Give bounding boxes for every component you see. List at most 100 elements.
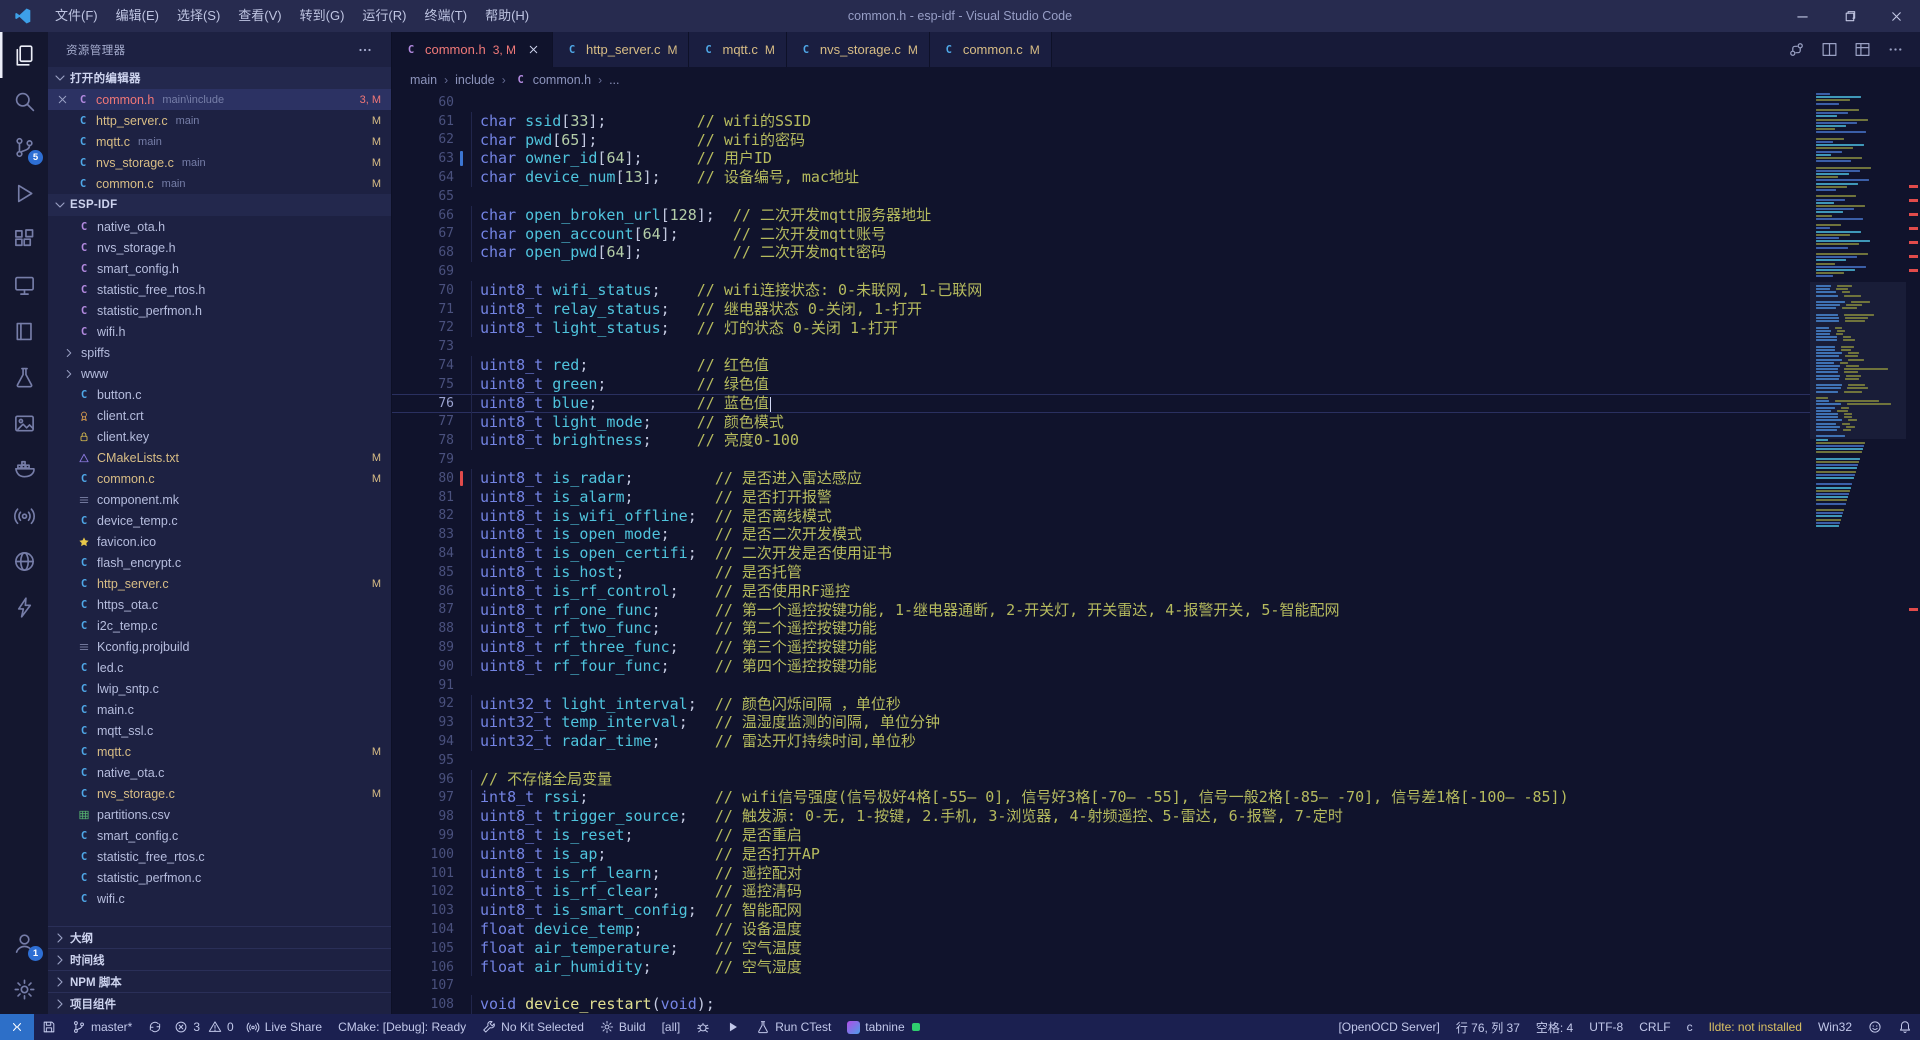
cmake-status[interactable]: CMake: [Debug]: Ready	[330, 1014, 474, 1040]
code-line[interactable]: 83uint8_t is_open_mode; // 是否二次开发模式	[392, 525, 1810, 544]
ctest[interactable]: Run CTest	[748, 1014, 839, 1040]
close-icon[interactable]	[525, 42, 541, 58]
code-line[interactable]: 79	[392, 450, 1810, 469]
remote-explorer-icon[interactable]	[0, 262, 48, 308]
build-target[interactable]: [all]	[654, 1014, 689, 1040]
editor-tab[interactable]: Cmqtt.cM	[689, 32, 786, 67]
maximize-button[interactable]	[1826, 0, 1873, 32]
cmake-launch[interactable]	[718, 1014, 748, 1040]
tree-item[interactable]: Cwifi.c	[48, 888, 391, 909]
source-control-icon[interactable]: 5	[0, 124, 48, 170]
accounts-icon[interactable]: 1	[0, 920, 48, 966]
extensions-icon[interactable]	[0, 216, 48, 262]
code-line[interactable]: 93uint32_t temp_interval; // 温湿度监测的间隔, 单…	[392, 713, 1810, 732]
extension-status[interactable]: Ildte: not installed	[1701, 1014, 1810, 1040]
tree-item[interactable]: favicon.ico	[48, 531, 391, 552]
tree-item[interactable]: Cstatistic_perfmon.c	[48, 867, 391, 888]
editor-tab[interactable]: Cnvs_storage.cM	[787, 32, 930, 67]
run-and-debug-icon[interactable]	[0, 170, 48, 216]
editor-tab[interactable]: Chttp_server.cM	[553, 32, 689, 67]
live-share[interactable]: Live Share	[238, 1014, 330, 1040]
testing-icon[interactable]	[0, 354, 48, 400]
tree-item[interactable]: spiffs	[48, 342, 391, 363]
code-line[interactable]: 102uint8_t is_rf_clear; // 遥控清码	[392, 882, 1810, 901]
code-line[interactable]: 91	[392, 676, 1810, 695]
tree-item[interactable]: Cmqtt_ssl.c	[48, 720, 391, 741]
code-line[interactable]: 90uint8_t rf_four_func; // 第四个遥控按键功能	[392, 657, 1810, 676]
tree-item[interactable]: Cmqtt.cM	[48, 741, 391, 762]
breadcrumb[interactable]: main›include›Ccommon.h›...	[392, 67, 1920, 93]
tree-item[interactable]: Csmart_config.c	[48, 825, 391, 846]
code-line[interactable]: 75uint8_t green; // 绿色值	[392, 375, 1810, 394]
feedback[interactable]	[1860, 1014, 1890, 1040]
encoding[interactable]: UTF-8	[1581, 1014, 1631, 1040]
explorer-icon[interactable]	[0, 32, 48, 78]
code-line[interactable]: 71uint8_t relay_status; // 继电器状态 0-关闭, 1…	[392, 300, 1810, 319]
tree-item[interactable]: Chttps_ota.c	[48, 594, 391, 615]
tree-item[interactable]: Cdevice_temp.c	[48, 510, 391, 531]
open-editor-item[interactable]: Cnvs_storage.cmainM	[48, 152, 391, 173]
more-actions-icon[interactable]	[1887, 41, 1904, 58]
settings-icon[interactable]	[0, 966, 48, 1012]
docs-icon[interactable]	[0, 308, 48, 354]
more-actions-icon[interactable]	[357, 42, 373, 58]
close-icon[interactable]	[54, 92, 70, 108]
code-line[interactable]: 92uint32_t light_interval; // 颜色闪烁间隔 ，单位…	[392, 695, 1810, 714]
breadcrumb-item[interactable]: include	[455, 73, 495, 87]
code-line[interactable]: 107	[392, 976, 1810, 995]
minimize-button[interactable]	[1779, 0, 1826, 32]
image-preview-icon[interactable]	[0, 400, 48, 446]
tree-item[interactable]: partitions.csv	[48, 804, 391, 825]
menu-item[interactable]: 运行(R)	[353, 0, 415, 32]
tree-item[interactable]: component.mk	[48, 489, 391, 510]
tree-item[interactable]: Ccommon.cM	[48, 468, 391, 489]
code-line[interactable]: 84uint8_t is_open_certifi; // 二次开发是否使用证书	[392, 544, 1810, 563]
cmake-build[interactable]: Build	[592, 1014, 654, 1040]
code-line[interactable]: 74uint8_t red; // 红色值	[392, 356, 1810, 375]
code-line[interactable]: 80uint8_t is_radar; // 是否进入雷达感应	[392, 469, 1810, 488]
tree-item[interactable]: CMakeLists.txtM	[48, 447, 391, 468]
code-line[interactable]: 64char device_num[13]; // 设备编号, mac地址	[392, 168, 1810, 187]
code-line[interactable]: 72uint8_t light_status; // 灯的状态 0-关闭 1-打…	[392, 319, 1810, 338]
tree-item[interactable]: Cwifi.h	[48, 321, 391, 342]
sidebar-section[interactable]: NPM 脚本	[48, 970, 391, 992]
split-editor-icon[interactable]	[1821, 41, 1838, 58]
tree-item[interactable]: Cnvs_storage.h	[48, 237, 391, 258]
tree-item[interactable]: www	[48, 363, 391, 384]
cursor-position[interactable]: 行 76, 列 37	[1448, 1014, 1528, 1040]
tree-item[interactable]: client.key	[48, 426, 391, 447]
tree-item[interactable]: Cstatistic_free_rtos.h	[48, 279, 391, 300]
code-line[interactable]: 62char pwd[65]; // wifi的密码	[392, 131, 1810, 150]
cmake-kit[interactable]: No Kit Selected	[474, 1014, 592, 1040]
close-button[interactable]	[1873, 0, 1920, 32]
tree-item[interactable]: Kconfig.projbuild	[48, 636, 391, 657]
code-line[interactable]: 104float device_temp; // 设备温度	[392, 920, 1810, 939]
breadcrumb-item[interactable]: main	[410, 73, 437, 87]
git-branch[interactable]: master*	[64, 1014, 140, 1040]
code-line[interactable]: 105float air_temperature; // 空气温度	[392, 939, 1810, 958]
tree-item[interactable]: Cstatistic_free_rtos.c	[48, 846, 391, 867]
notifications[interactable]	[1890, 1014, 1920, 1040]
tree-item[interactable]: client.crt	[48, 405, 391, 426]
indentation[interactable]: 空格: 4	[1528, 1014, 1581, 1040]
open-editors-section-header[interactable]: 打开的编辑器	[48, 67, 391, 89]
tree-item[interactable]: Cnative_ota.c	[48, 762, 391, 783]
sidebar-section[interactable]: 时间线	[48, 948, 391, 970]
menu-item[interactable]: 编辑(E)	[107, 0, 168, 32]
breadcrumb-item[interactable]: ...	[609, 73, 619, 87]
remote-indicator[interactable]	[0, 1014, 34, 1040]
sidebar-section[interactable]: 项目组件	[48, 992, 391, 1014]
code-line[interactable]: 77uint8_t light_mode; // 颜色模式	[392, 413, 1810, 432]
code-line[interactable]: 60	[392, 93, 1810, 112]
code-line[interactable]: 65	[392, 187, 1810, 206]
minimap[interactable]	[1810, 93, 1906, 1014]
code-line[interactable]: 69	[392, 262, 1810, 281]
menu-item[interactable]: 转到(G)	[291, 0, 354, 32]
tree-item[interactable]: Cled.c	[48, 657, 391, 678]
code-line[interactable]: 68char open_pwd[64]; // 二次开发mqtt密码	[392, 243, 1810, 262]
editor-tab[interactable]: Ccommon.h3, M	[392, 32, 553, 67]
code-line[interactable]: 63char owner_id[64]; // 用户ID	[392, 149, 1810, 168]
code-line[interactable]: 89uint8_t rf_three_func; // 第三个遥控按键功能	[392, 638, 1810, 657]
sidebar-section[interactable]: 大纲	[48, 926, 391, 948]
code-line[interactable]: 97int8_t rssi; // wifi信号强度(信号极好4格[-55— 0…	[392, 788, 1810, 807]
